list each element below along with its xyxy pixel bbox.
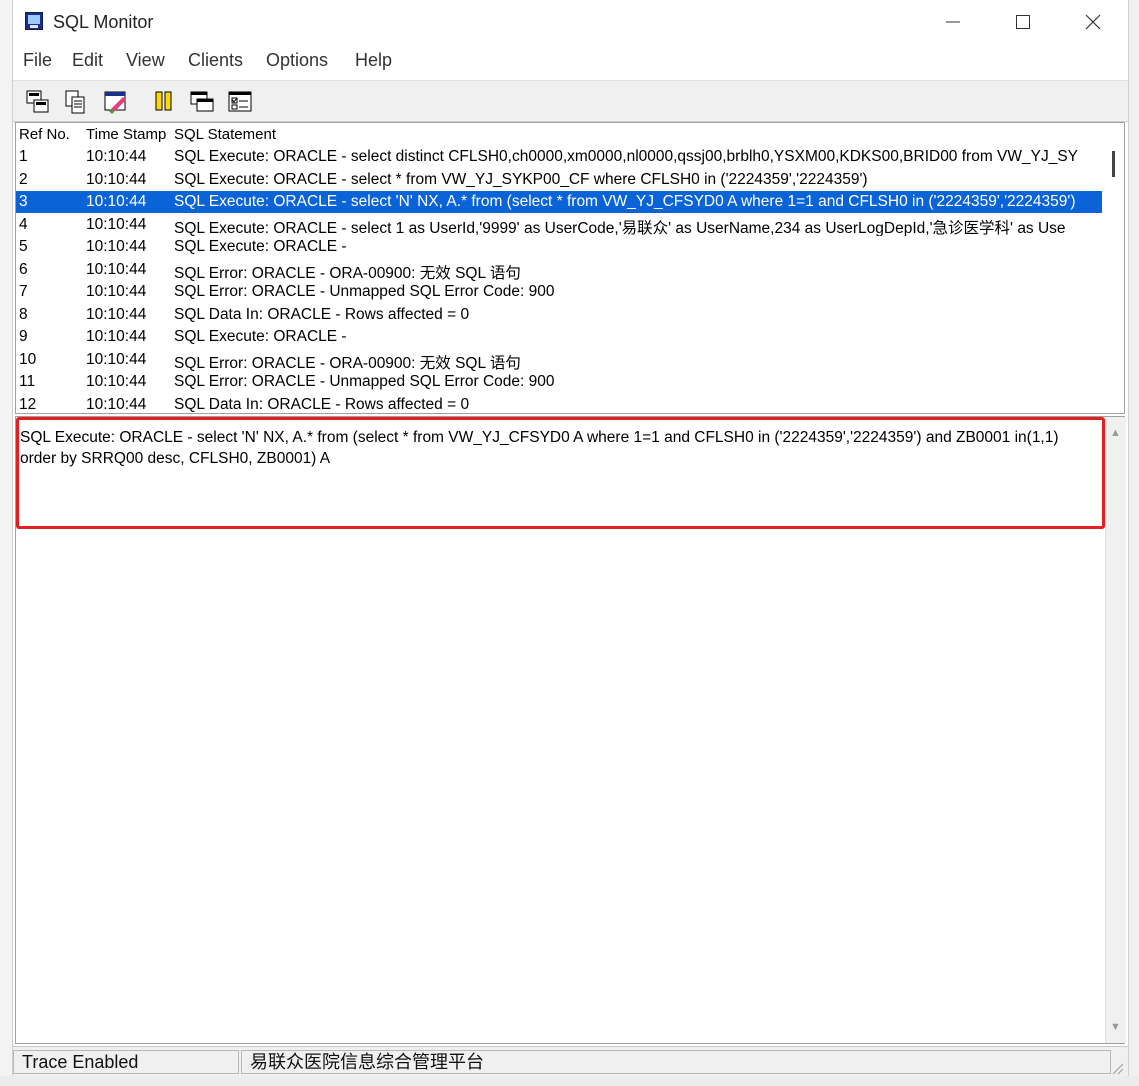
time-stamp-cell: 10:10:44 [86,170,147,188]
pause-icon[interactable] [151,89,177,115]
table-row[interactable]: 9 10:10:44 SQL Execute: ORACLE - [16,326,1102,348]
ref-no-cell: 12 [19,395,37,413]
time-stamp-cell: 10:10:44 [86,373,147,390]
table-row[interactable]: 5 10:10:44 SQL Execute: ORACLE - [16,236,1102,258]
table-row[interactable]: 4 10:10:44 SQL Execute: ORACLE - select 1 … [16,214,1102,236]
ref-no-cell: 11 [19,373,36,390]
background-app-bottom [0,1076,1139,1086]
time-stamp-cell: 10:10:44 [86,305,147,323]
maximize-icon [1016,15,1030,29]
statement-detail-text: SQL Execute: ORACLE - select 'N' NX, A.*… [20,429,1059,467]
options-icon[interactable] [227,89,253,115]
ref-no-cell: 10 [19,350,37,368]
time-stamp-cell: 10:10:44 [86,193,147,210]
minimize-button[interactable] [918,0,988,44]
close-button[interactable] [1058,0,1128,44]
table-row[interactable]: 8 10:10:44 SQL Data In: ORACLE - Rows affe… [16,304,1102,326]
ref-no-cell: 4 [19,215,28,233]
time-stamp-cell: 10:10:44 [86,395,147,413]
list-scrollbar[interactable] [1104,123,1124,413]
status-trace: Trace Enabled [13,1050,239,1074]
menu-clients[interactable]: Clients [188,50,243,71]
sql-statement-cell: SQL Execute: ORACLE - [174,328,347,345]
window-title: SQL Monitor [53,12,154,32]
time-stamp-cell: 10:10:44 [86,350,147,368]
column-sql-statement[interactable]: SQL Statement [174,126,276,143]
table-row[interactable]: 11 10:10:44 SQL Error: ORACLE - Unmapped S… [16,371,1102,393]
toolbar [13,80,1128,122]
column-time-stamp[interactable]: Time Stamp [86,126,166,143]
statement-list[interactable]: Ref No. Time Stamp SQL Statement 1 10:10:… [15,122,1125,414]
list-header: Ref No. Time Stamp SQL Statement [16,123,1104,145]
table-row[interactable]: 12 10:10:44 SQL Data In: ORACLE - Rows aff… [16,394,1102,414]
save-log-icon[interactable] [25,89,51,115]
list-scroll-thumb[interactable] [1112,151,1115,177]
resize-grip-icon[interactable] [1110,1061,1124,1075]
menu-view[interactable]: View [126,50,165,71]
sql-statement-cell: SQL Error: ORACLE - ORA-00900: 无效 SQL 语句 [174,354,521,371]
sql-statement-cell: SQL Error: ORACLE - Unmapped SQL Error C… [174,373,555,390]
scroll-up-icon[interactable]: ▲ [1110,427,1121,439]
ref-no-cell: 8 [19,305,28,323]
ref-no-cell: 6 [19,260,28,278]
menu-bar: File Edit View Clients Options Help [13,46,1128,76]
menu-file[interactable]: File [23,50,52,71]
sql-statement-cell: SQL Execute: ORACLE - select distinct CF… [174,148,1079,165]
status-app-name: 易联众医院信息综合管理平台 [241,1050,1111,1074]
table-row[interactable]: 2 10:10:44 SQL Execute: ORACLE - select * … [16,169,1102,191]
table-row[interactable]: 10 10:10:44 SQL Error: ORACLE - ORA-00900:… [16,349,1102,371]
ref-no-cell: 1 [19,148,28,165]
time-stamp-cell: 10:10:44 [86,283,147,300]
time-stamp-cell: 10:10:44 [86,260,147,278]
scroll-down-icon[interactable]: ▼ [1110,1021,1121,1033]
detail-scrollbar[interactable]: ▲ ▼ [1105,417,1126,1043]
ref-no-cell: 9 [19,328,28,345]
minimize-icon [946,21,960,23]
sql-monitor-window: SQL Monitor File Edit View Clients Optio… [12,0,1129,1086]
status-bar: Trace Enabled 易联众医院信息综合管理平台 [13,1046,1128,1077]
sql-statement-cell: SQL Execute: ORACLE - select 'N' NX, A.*… [174,193,1076,210]
time-stamp-cell: 10:10:44 [86,238,147,255]
table-row[interactable]: 3 10:10:44 SQL Execute: ORACLE - select 'N… [16,191,1102,213]
ref-no-cell: 5 [19,238,28,255]
time-stamp-cell: 10:10:44 [86,215,147,233]
sql-statement-cell: SQL Execute: ORACLE - select 1 as UserId… [174,219,1066,236]
sql-statement-cell: SQL Data In: ORACLE - Rows affected = 0 [174,305,470,323]
maximize-button[interactable] [988,0,1058,44]
menu-options[interactable]: Options [266,50,328,71]
menu-edit[interactable]: Edit [72,50,103,71]
title-bar[interactable]: SQL Monitor [13,0,1128,44]
time-stamp-cell: 10:10:44 [86,328,147,345]
window-icon[interactable] [189,89,215,115]
statement-detail-pane[interactable]: SQL Execute: ORACLE - select 'N' NX, A.*… [15,416,1126,1044]
sql-statement-cell: SQL Execute: ORACLE - [174,238,347,255]
clear-icon[interactable] [103,89,129,115]
table-row[interactable]: 6 10:10:44 SQL Error: ORACLE - ORA-00900: … [16,259,1102,281]
app-icon [25,12,43,30]
ref-no-cell: 2 [19,170,28,188]
copy-icon[interactable] [63,89,89,115]
sql-statement-cell: SQL Execute: ORACLE - select * from VW_Y… [174,170,868,188]
time-stamp-cell: 10:10:44 [86,148,147,165]
ref-no-cell: 3 [19,193,28,210]
table-row[interactable]: 7 10:10:44 SQL Error: ORACLE - Unmapped SQ… [16,281,1102,303]
column-ref-no[interactable]: Ref No. [19,126,70,143]
table-row[interactable]: 1 10:10:44 SQL Execute: ORACLE - select di… [16,146,1102,168]
ref-no-cell: 7 [19,283,28,300]
sql-statement-cell: SQL Error: ORACLE - Unmapped SQL Error C… [174,283,555,300]
sql-statement-cell: SQL Data In: ORACLE - Rows affected = 0 [174,395,470,413]
sql-statement-cell: SQL Error: ORACLE - ORA-00900: 无效 SQL 语句 [174,264,521,281]
menu-help[interactable]: Help [355,50,392,71]
close-icon [1085,14,1101,30]
